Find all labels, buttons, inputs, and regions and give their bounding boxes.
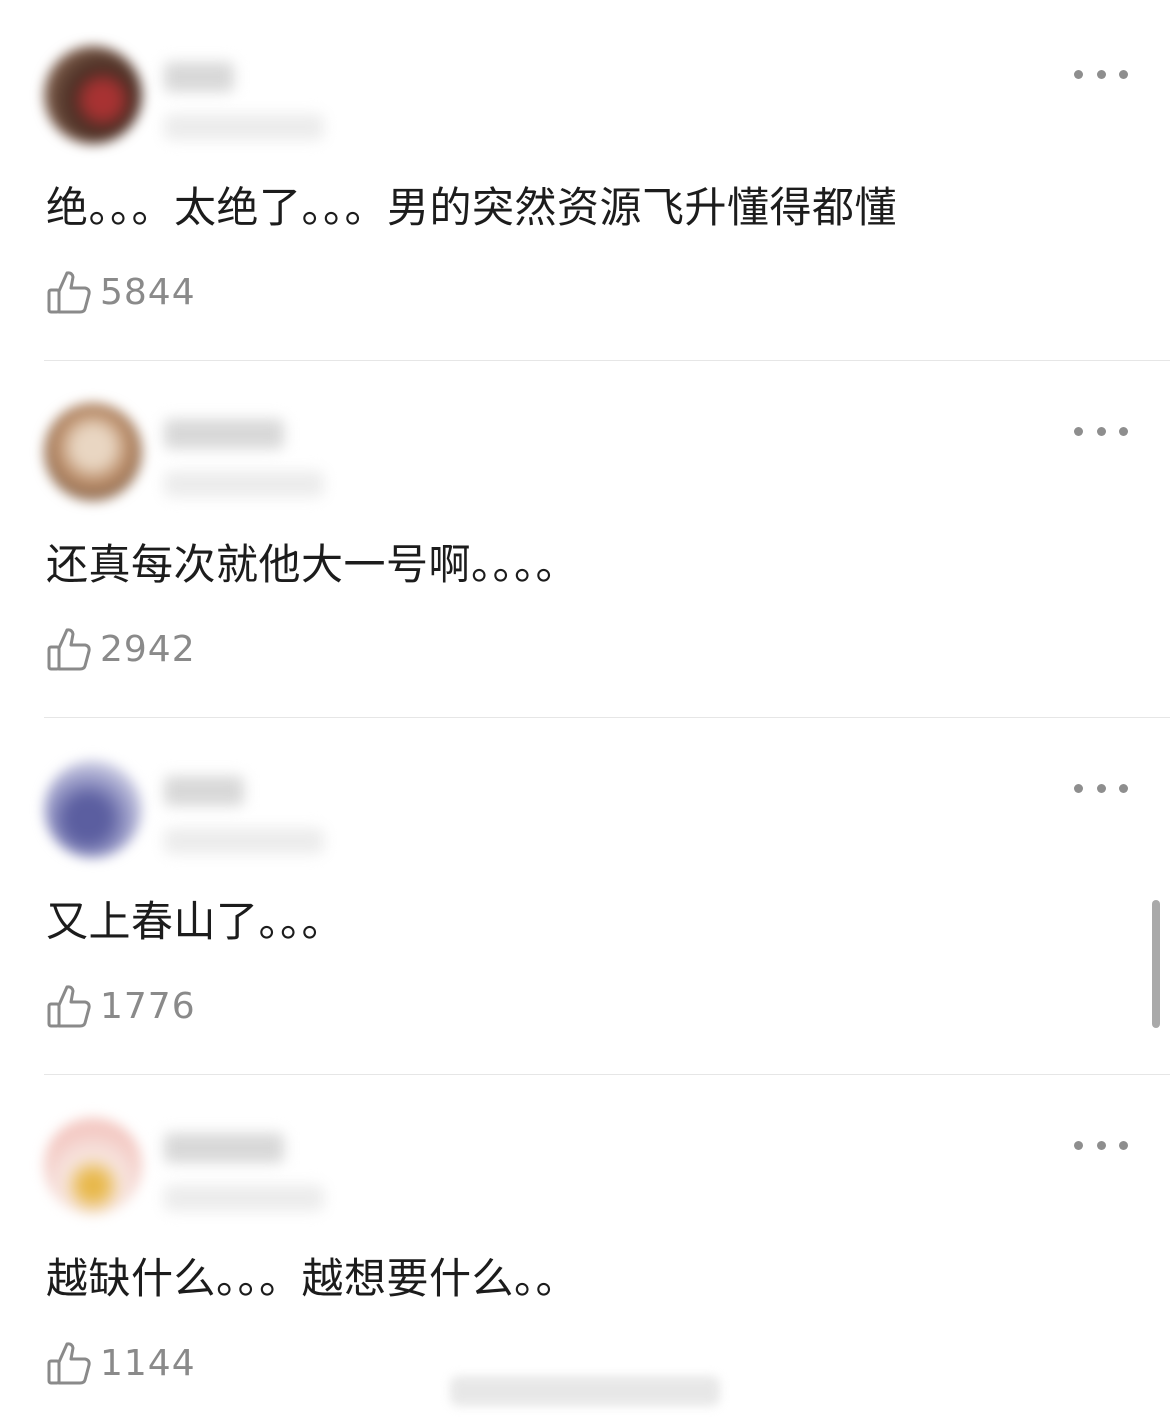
username-blurred[interactable] bbox=[164, 776, 244, 806]
like-count: 2942 bbox=[100, 628, 196, 670]
comment-item: 越缺什么。。。越想要什么。。 1144 bbox=[0, 1071, 1170, 1428]
like-count: 1776 bbox=[100, 985, 196, 1027]
comment-text: 又上春山了。。。 bbox=[46, 897, 345, 946]
timestamp-blurred bbox=[164, 114, 324, 140]
more-options-icon[interactable] bbox=[1074, 1133, 1128, 1157]
like-button[interactable]: 1144 bbox=[46, 1335, 196, 1391]
thumbs-up-icon bbox=[47, 628, 91, 671]
like-count: 1144 bbox=[100, 1342, 196, 1384]
timestamp-blurred bbox=[164, 471, 324, 497]
more-options-icon[interactable] bbox=[1074, 776, 1128, 800]
comment-text: 越缺什么。。。越想要什么。。 bbox=[46, 1254, 579, 1303]
comment-item: 又上春山了。。。 1776 bbox=[0, 714, 1170, 1075]
username-blurred[interactable] bbox=[164, 1133, 284, 1163]
username-blurred[interactable] bbox=[164, 62, 234, 92]
comment-text: 绝。。。太绝了。。。男的突然资源飞升懂得都懂 bbox=[46, 183, 898, 232]
like-button[interactable]: 1776 bbox=[46, 978, 196, 1034]
scrollbar[interactable] bbox=[1152, 900, 1160, 1028]
comment-item: 还真每次就他大一号啊。。。。 2942 bbox=[0, 357, 1170, 718]
thumbs-up-icon bbox=[47, 271, 91, 314]
thumbs-up-icon bbox=[47, 985, 91, 1028]
like-button[interactable]: 2942 bbox=[46, 621, 196, 677]
more-options-icon[interactable] bbox=[1074, 62, 1128, 86]
comment-text: 还真每次就他大一号啊。。。。 bbox=[46, 540, 579, 589]
comment-item: 绝。。。太绝了。。。男的突然资源飞升懂得都懂 5844 bbox=[0, 0, 1170, 361]
timestamp-blurred bbox=[164, 828, 324, 854]
like-button[interactable]: 5844 bbox=[46, 264, 196, 320]
avatar[interactable] bbox=[44, 760, 142, 858]
watermark-blurred bbox=[450, 1376, 720, 1406]
timestamp-blurred bbox=[164, 1185, 324, 1211]
avatar[interactable] bbox=[44, 403, 142, 501]
thumbs-up-icon bbox=[47, 1342, 91, 1385]
username-blurred[interactable] bbox=[164, 419, 284, 449]
like-count: 5844 bbox=[100, 271, 196, 313]
avatar[interactable] bbox=[44, 1117, 142, 1215]
avatar[interactable] bbox=[44, 46, 142, 144]
more-options-icon[interactable] bbox=[1074, 419, 1128, 443]
